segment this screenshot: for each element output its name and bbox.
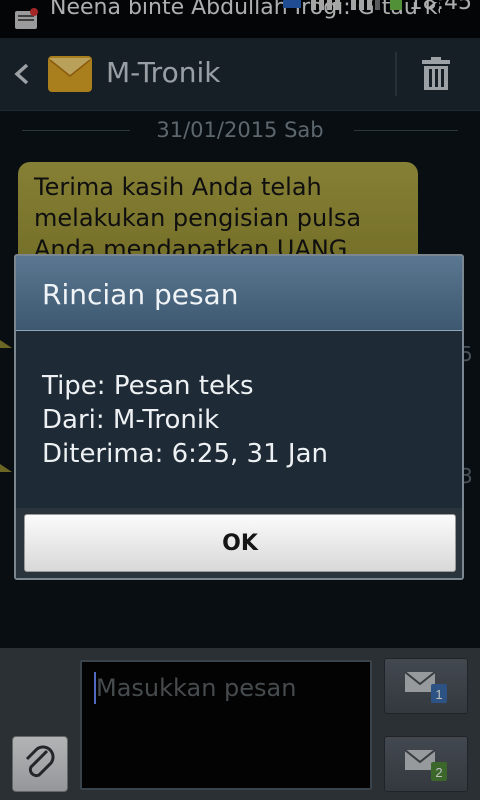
detail-received: Diterima: 6:25, 31 Jan bbox=[42, 439, 328, 469]
message-details-dialog: Rincian pesan Tipe: Pesan teks Dari: M-T… bbox=[14, 254, 464, 580]
detail-type: Tipe: Pesan teks bbox=[42, 371, 254, 401]
ok-button[interactable]: OK bbox=[24, 514, 456, 572]
dialog-title: Rincian pesan bbox=[42, 278, 239, 311]
dialog-body: Tipe: Pesan teks Dari: M-Tronik Diterima… bbox=[16, 331, 462, 508]
detail-from: Dari: M-Tronik bbox=[42, 405, 220, 435]
dialog-footer: OK bbox=[16, 508, 462, 578]
dialog-title-bar: Rincian pesan bbox=[16, 256, 462, 331]
